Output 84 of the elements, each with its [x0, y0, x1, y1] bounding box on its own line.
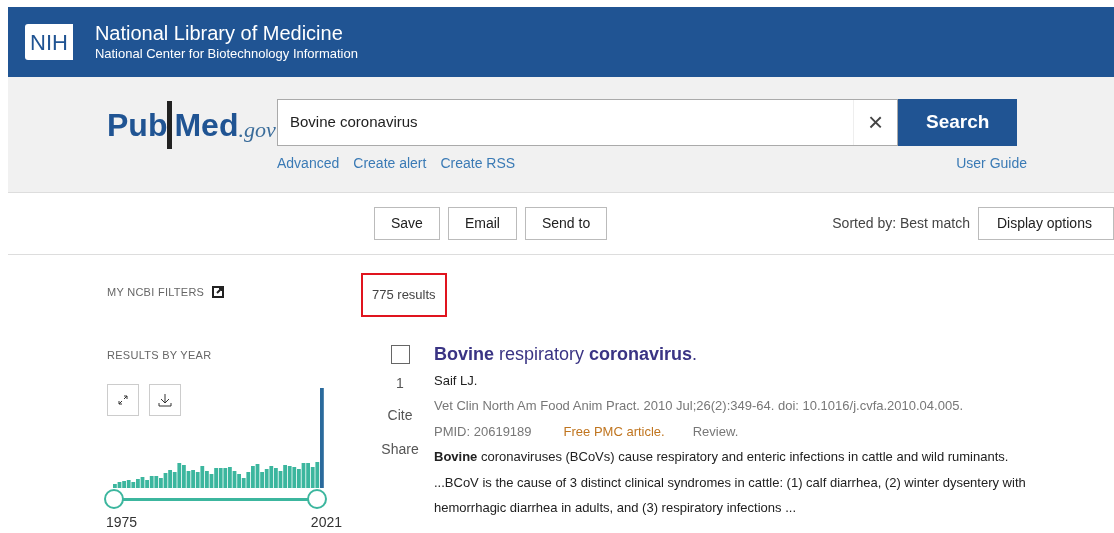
- histogram-bar[interactable]: [168, 470, 172, 488]
- result-title[interactable]: Bovine respiratory coronavirus.: [434, 342, 1026, 365]
- pmid-label: PMID: 20619189: [434, 422, 532, 441]
- histogram-bar[interactable]: [209, 474, 214, 488]
- histogram-bar[interactable]: [154, 476, 159, 488]
- cite-button[interactable]: Cite: [387, 404, 413, 426]
- histogram-bar[interactable]: [260, 472, 264, 488]
- histogram-bar[interactable]: [149, 476, 154, 488]
- histogram-bar[interactable]: [126, 480, 131, 488]
- histogram-bar[interactable]: [292, 467, 297, 488]
- histogram-bar[interactable]: [200, 466, 205, 488]
- histogram-bar[interactable]: [131, 482, 136, 488]
- expand-icon[interactable]: [107, 384, 139, 416]
- histogram-bar[interactable]: [241, 478, 246, 488]
- histogram-bar[interactable]: [315, 462, 320, 488]
- toolbar-button[interactable]: Send to: [524, 207, 608, 240]
- histogram-bar[interactable]: [287, 466, 292, 488]
- histogram-bar[interactable]: [301, 463, 306, 488]
- histogram-bar[interactable]: [186, 471, 191, 488]
- histogram-bar[interactable]: [264, 469, 269, 488]
- histogram-bar[interactable]: [159, 478, 163, 488]
- histogram-bar[interactable]: [232, 471, 237, 488]
- filters-heading: MY NCBI FILTERS: [107, 285, 205, 300]
- search-button[interactable]: Search: [898, 99, 1017, 146]
- toolbar-button[interactable]: Save: [374, 207, 440, 240]
- histogram-bar[interactable]: [306, 463, 310, 488]
- histogram-bar[interactable]: [278, 471, 283, 488]
- search-link[interactable]: Create RSS: [440, 153, 516, 174]
- histogram-bar[interactable]: [246, 472, 251, 488]
- pubmed-logo[interactable]: Pub Med.gov: [8, 99, 277, 192]
- histogram-bar[interactable]: [172, 472, 177, 488]
- site-title: National Library of Medicine: [94, 21, 344, 47]
- histogram-bar[interactable]: [140, 477, 145, 488]
- slider-handle[interactable]: [104, 489, 124, 509]
- display-options-button[interactable]: Display options: [978, 207, 1114, 240]
- search-link[interactable]: Create alert: [353, 153, 427, 174]
- year-heading: RESULTS BY YEAR: [107, 347, 213, 363]
- histogram-bar[interactable]: [195, 472, 200, 488]
- slider-handle[interactable]: [307, 489, 327, 509]
- share-button[interactable]: Share: [381, 438, 419, 460]
- nih-logo[interactable]: NIH: [25, 24, 73, 60]
- free-article-label: Free PMC article.: [563, 422, 665, 441]
- external-link-icon[interactable]: [212, 286, 225, 299]
- histogram-bar[interactable]: [228, 467, 232, 488]
- year-start-label: 1975: [106, 513, 138, 532]
- histogram-bar[interactable]: [274, 468, 278, 488]
- histogram-bar[interactable]: [255, 464, 260, 488]
- result-citation: Vet Clin North Am Food Anim Pract. 2010 Jul;26(2):349-64. doi: 10.1016/j.cvfa.2010.04.005.: [434, 397, 964, 415]
- search-link[interactable]: Advanced: [277, 153, 340, 174]
- histogram-bar[interactable]: [145, 480, 149, 488]
- year-end-label: 2021: [310, 513, 342, 532]
- histogram-bar[interactable]: [205, 471, 209, 488]
- user-guide-link[interactable]: User Guide: [956, 153, 1027, 174]
- histogram-bar[interactable]: [117, 482, 122, 488]
- histogram-bar[interactable]: [251, 466, 255, 488]
- histogram-bar[interactable]: [136, 479, 140, 488]
- histogram-bar[interactable]: [182, 465, 186, 488]
- histogram-bar[interactable]: [223, 468, 228, 488]
- histogram-bar[interactable]: [122, 481, 126, 488]
- result-snippet: ...BCoV is the cause of 3 distinct clinical syndromes in cattle: (1) calf diarrhea, (2) winter dysentery with: [434, 473, 1026, 492]
- sort-label: Sorted by: Best match: [832, 214, 970, 233]
- review-label: Review.: [692, 422, 739, 441]
- result-snippet: Bovine coronaviruses (BCoVs) cause respiratory and enteric infections in cattle and wild ruminants.: [434, 448, 1010, 466]
- toolbar-button[interactable]: Email: [447, 207, 517, 240]
- result-number: 1: [396, 373, 404, 393]
- histogram-bar[interactable]: [191, 470, 195, 488]
- search-field[interactable]: Bovine coronavirus ×: [277, 99, 898, 146]
- result-checkbox[interactable]: [390, 344, 410, 364]
- result-snippet: hemorrhagic diarrhea in adults, and (3) respiratory infections ...: [434, 499, 797, 517]
- download-icon[interactable]: [149, 384, 181, 416]
- histogram-bar[interactable]: [297, 469, 301, 488]
- histogram-bar[interactable]: [177, 463, 182, 488]
- histogram-bar[interactable]: [320, 388, 324, 488]
- histogram-bar[interactable]: [214, 468, 218, 488]
- histogram-bar[interactable]: [310, 467, 315, 488]
- histogram-bar[interactable]: [218, 468, 223, 488]
- clear-button[interactable]: ×: [853, 100, 897, 145]
- histogram-bar[interactable]: [269, 466, 274, 488]
- histogram-bar[interactable]: [237, 474, 241, 488]
- site-subtitle: National Center for Biotechnology Information: [94, 46, 358, 63]
- histogram-bar[interactable]: [283, 465, 287, 488]
- results-count: 775 results: [361, 273, 447, 317]
- result-authors: Saif LJ.: [434, 371, 479, 390]
- histogram-bar[interactable]: [163, 473, 168, 488]
